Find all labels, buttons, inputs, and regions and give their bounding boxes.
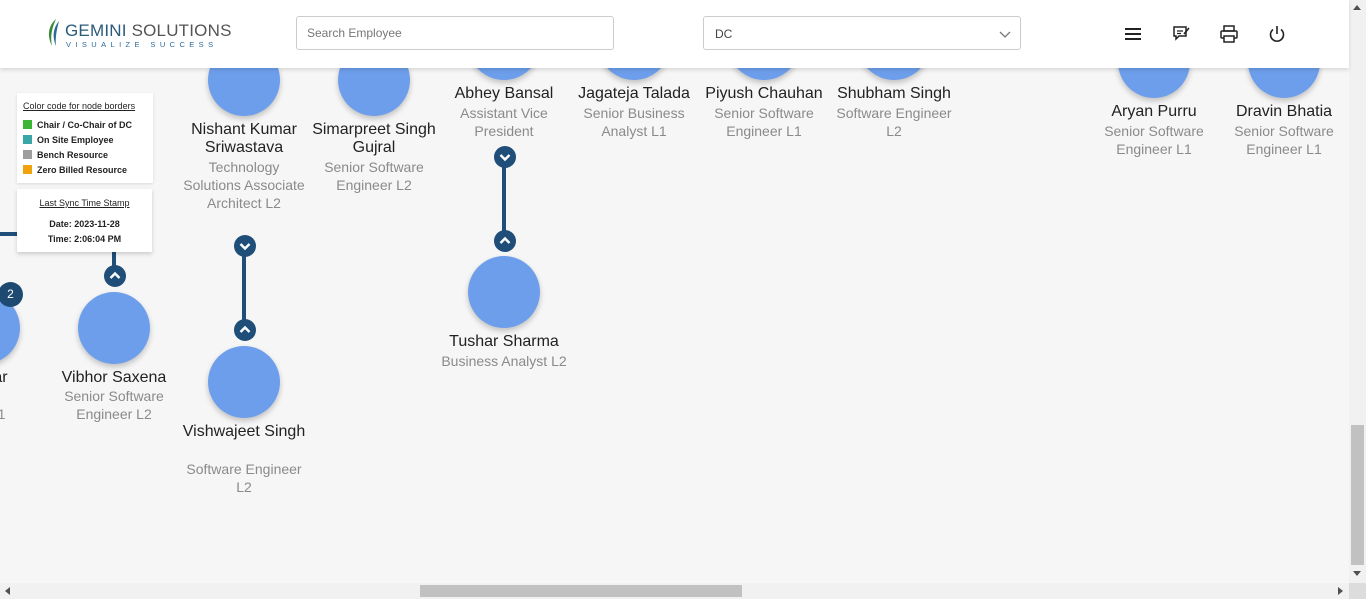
employee-node-avatar[interactable]	[1118, 68, 1190, 98]
employee-name: Tushar Sharma	[449, 333, 559, 350]
sync-date: Date: 2023-11-28	[49, 219, 120, 229]
legend-item-bench: Bench Resource	[23, 150, 108, 162]
legend-title: Color code for node borders	[23, 101, 136, 111]
collapse-up-toggle[interactable]	[494, 230, 516, 252]
gray-swatch-icon	[23, 150, 32, 159]
gemini-logo[interactable]: GEMINI SOLUTIONS VISUALIZE SUCCESS	[46, 18, 231, 50]
connector-line	[502, 167, 506, 231]
employee-name: Aryan Purru	[1111, 103, 1197, 120]
teal-swatch-icon	[23, 135, 32, 144]
employee-node-avatar[interactable]	[728, 68, 800, 80]
employee-name: Vishwajeet Singh	[182, 423, 306, 440]
green-swatch-icon	[23, 120, 32, 129]
employee-role: Senior Business Analyst L1	[583, 105, 685, 139]
scroll-down-arrow-icon[interactable]	[1353, 571, 1361, 576]
print-icon[interactable]	[1219, 24, 1239, 44]
expand-down-toggle[interactable]	[234, 235, 256, 257]
employee-role: ogy ead L1	[0, 406, 6, 422]
feedback-icon[interactable]	[1171, 24, 1191, 44]
department-selected-value: DC	[715, 27, 733, 41]
legend-item-zero-billed: Zero Billed Resource	[23, 165, 127, 177]
employee-node-avatar[interactable]	[1248, 68, 1320, 98]
vertical-scrollbar-thumb[interactable]	[1351, 425, 1364, 565]
menu-icon[interactable]	[1123, 24, 1143, 44]
chevron-down-icon	[239, 243, 251, 251]
department-select[interactable]: DC	[703, 16, 1021, 50]
scrollbar-corner	[1349, 583, 1366, 599]
chevron-down-icon	[499, 154, 511, 162]
chevron-down-icon	[999, 31, 1011, 38]
logo-tagline: VISUALIZE SUCCESS	[66, 40, 218, 49]
top-header: GEMINI SOLUTIONS VISUALIZE SUCCESS DC	[0, 0, 1349, 68]
employee-node-avatar-chair[interactable]	[468, 68, 540, 80]
employee-node-avatar[interactable]	[468, 256, 540, 328]
last-sync-panel: Last Sync Time Stamp Date: 2023-11-28 Ti…	[17, 189, 152, 252]
employee-role: Senior Software Engineer L2	[324, 159, 424, 193]
orange-swatch-icon	[23, 165, 32, 174]
employee-name: Piyush Chauhan	[705, 85, 823, 102]
employee-name: Simarpreet Singh Gujral	[312, 121, 436, 156]
employee-role: Assistant Vice President	[460, 105, 548, 139]
search-employee-input[interactable]	[297, 17, 613, 49]
employee-role: Business Analyst L2	[441, 353, 567, 369]
chevron-up-icon	[109, 271, 121, 279]
legend-item-onsite: On Site Employee	[23, 135, 114, 147]
employee-name: Jagateja Talada	[578, 85, 690, 102]
node-border-color-legend: Color code for node borders Chair / Co-C…	[17, 93, 153, 183]
horizontal-scrollbar-thumb[interactable]	[420, 585, 742, 597]
power-icon[interactable]	[1267, 24, 1287, 44]
employee-role: Senior Software Engineer L1	[1104, 123, 1204, 157]
connector-line	[0, 232, 17, 236]
scroll-up-arrow-icon[interactable]	[1353, 5, 1361, 10]
employee-role: Senior Software Engineer L1	[714, 105, 814, 139]
employee-role: Software Engineer L2	[186, 461, 302, 495]
logo-title: GEMINI SOLUTIONS	[65, 21, 232, 40]
chevron-up-icon	[239, 325, 251, 333]
connector-line	[242, 256, 246, 321]
employee-role: Technology Solutions Associate Architect…	[183, 159, 305, 211]
employee-role: Software Engineer L2	[836, 105, 952, 139]
legend-item-chair: Chair / Co-Chair of DC	[23, 120, 132, 132]
sync-time: Time: 2:06:04 PM	[47, 234, 122, 244]
employee-node-avatar[interactable]	[338, 68, 410, 116]
employee-name: Abhey Bansal	[454, 85, 554, 102]
child-count-badge[interactable]: 2	[0, 282, 23, 307]
employee-node-avatar[interactable]	[78, 292, 150, 364]
employee-node-avatar[interactable]	[858, 68, 930, 80]
employee-name: Dravin Bhatia	[1235, 103, 1333, 120]
search-employee-field[interactable]	[296, 16, 614, 50]
employee-node-avatar[interactable]	[208, 68, 280, 116]
employee-name: Vibhor Saxena	[61, 369, 167, 386]
employee-name: Nishant Kumar Sriwastava	[191, 121, 297, 156]
employee-role: Senior Software Engineer L2	[64, 388, 164, 422]
sync-title: Last Sync Time Stamp	[39, 198, 130, 208]
org-chart-canvas[interactable]: Color code for node borders Chair / Co-C…	[0, 68, 1349, 583]
chevron-up-icon	[499, 236, 511, 244]
expand-down-toggle[interactable]	[494, 146, 516, 168]
employee-name: Shubham Singh	[837, 85, 951, 102]
employee-node-avatar[interactable]	[208, 346, 280, 418]
logo-leaf-icon	[48, 19, 59, 46]
collapse-up-toggle[interactable]	[104, 265, 126, 287]
collapse-up-toggle[interactable]	[234, 319, 256, 341]
employee-role: Senior Software Engineer L1	[1234, 123, 1334, 157]
scroll-left-arrow-icon[interactable]	[5, 587, 10, 595]
scroll-right-arrow-icon[interactable]	[1338, 587, 1343, 595]
employee-node-avatar[interactable]	[598, 68, 670, 80]
